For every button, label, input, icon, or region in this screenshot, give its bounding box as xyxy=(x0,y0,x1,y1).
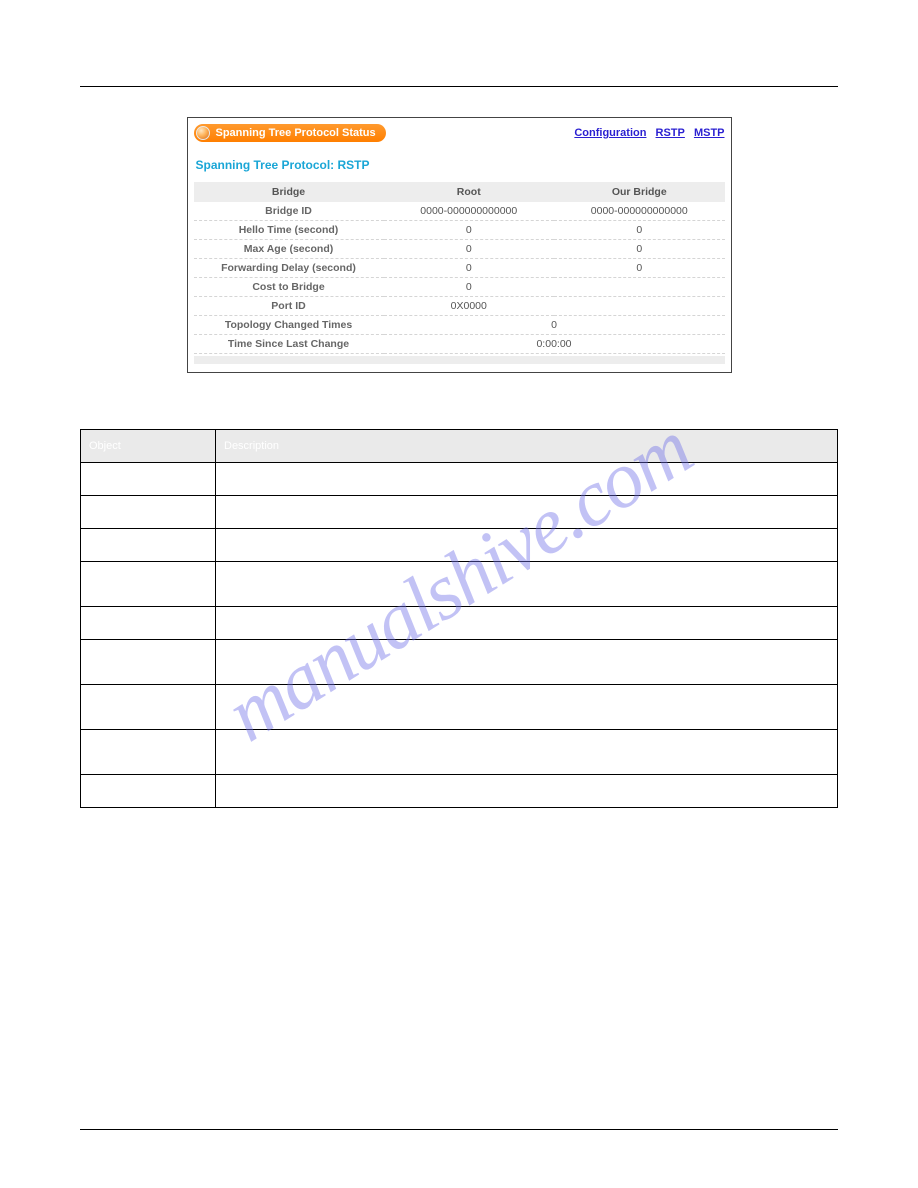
table-row: Port ID 0X0000 xyxy=(194,297,725,316)
row-label: Time Since Last Change xyxy=(194,335,384,354)
col-root: Root xyxy=(384,182,555,202)
cell: This is the root/our switch's current ma… xyxy=(216,529,838,562)
cell: 0 xyxy=(384,240,555,259)
cell: • Bridge ID xyxy=(81,463,216,496)
table-row: • Port ID The ID of the port currently u… xyxy=(81,640,838,685)
table-row: Forwarding Delay (second) 0 0 xyxy=(194,259,725,278)
cell: • Hello Time (second) xyxy=(81,496,216,529)
table-footer-bar xyxy=(194,356,725,364)
header-right: User's Manual of xyxy=(82,40,164,52)
cell: • Topology Changed Times xyxy=(81,685,216,730)
cell: 0 xyxy=(554,221,725,240)
cell: • Time Since Last Change xyxy=(81,730,216,775)
cell: 0:00:00 xyxy=(384,335,725,354)
cell: 0000-000000000000 xyxy=(384,202,555,221)
embedded-screenshot: Spanning Tree Protocol Status Configurat… xyxy=(187,117,732,373)
table-row: • Max Age (second) This is the root/our … xyxy=(81,529,838,562)
cell: 0 xyxy=(384,221,555,240)
cell: • Port ID xyxy=(81,640,216,685)
cell: 0 xyxy=(554,240,725,259)
col-bridge: Bridge xyxy=(194,182,384,202)
panel-subtitle: Spanning Tree Protocol: RSTP xyxy=(196,158,725,172)
row-label: Cost to Bridge xyxy=(194,278,384,297)
cell: 0X0000 xyxy=(384,297,555,316)
cell: • Max Age (second) xyxy=(81,529,216,562)
table-row: • Forwarding Delay (second) This is the … xyxy=(81,562,838,607)
cell xyxy=(554,278,725,297)
table-row: Topology Changed Times 0 xyxy=(194,316,725,335)
cell: 0 xyxy=(384,316,725,335)
cell: 0 xyxy=(384,278,555,297)
table-row: Max Age (second) 0 0 xyxy=(194,240,725,259)
table-row: Time Since Last Change 0:00:00 xyxy=(194,335,725,354)
page-number: 148 xyxy=(820,1136,838,1148)
panel-title-text: Spanning Tree Protocol Status xyxy=(216,127,376,139)
cell: This is the root/our switch's current he… xyxy=(216,496,838,529)
cell: This is the root/our switch to identify … xyxy=(216,463,838,496)
panel-links: Configuration RSTP MSTP xyxy=(568,127,724,139)
cell: 0000-000000000000 xyxy=(554,202,725,221)
cell: The ID of the port currently used to rea… xyxy=(216,640,838,685)
table-row: • Cost to Bridge This is the root switch… xyxy=(81,607,838,640)
top-rule xyxy=(80,86,838,87)
page-footer: 148 xyxy=(80,1129,838,1148)
link-rstp[interactable]: RSTP xyxy=(656,127,685,139)
col-object: Object xyxy=(81,430,216,463)
ball-icon xyxy=(196,126,210,140)
cell: Display this switch's topology changed t… xyxy=(216,685,838,730)
table-row: • Topology Changed Times Display this sw… xyxy=(81,685,838,730)
status-table: Bridge Root Our Bridge Bridge ID 0000-00… xyxy=(194,182,725,354)
col-our-bridge: Our Bridge xyxy=(554,182,725,202)
cell: Display all ports' spanning tree informa… xyxy=(216,775,838,808)
cell: • Forwarding Delay (second) xyxy=(81,562,216,607)
cell xyxy=(554,297,725,316)
link-mstp[interactable]: MSTP xyxy=(694,127,725,139)
cell: Display this switch time since last chan… xyxy=(216,730,838,775)
cell: 0 xyxy=(554,259,725,278)
panel-title-pill: Spanning Tree Protocol Status xyxy=(194,124,386,142)
row-label: Bridge ID xyxy=(194,202,384,221)
table-row: • Port Status Display all ports' spannin… xyxy=(81,775,838,808)
cell: • Port Status xyxy=(81,775,216,808)
table-row: Hello Time (second) 0 0 xyxy=(194,221,725,240)
table-header-row: Object Description xyxy=(81,430,838,463)
row-label: Forwarding Delay (second) xyxy=(194,259,384,278)
row-label: Port ID xyxy=(194,297,384,316)
link-configuration[interactable]: Configuration xyxy=(574,127,646,139)
cell: This is the root switch's cost. xyxy=(216,607,838,640)
row-label: Topology Changed Times xyxy=(194,316,384,335)
table-row: • Hello Time (second) This is the root/o… xyxy=(81,496,838,529)
table-row: • Bridge ID This is the root/our switch … xyxy=(81,463,838,496)
description-table: Object Description • Bridge ID This is t… xyxy=(80,429,838,808)
row-label: Max Age (second) xyxy=(194,240,384,259)
figure-caption: Figure 4-6-6 RSTP Status Page Screenshot xyxy=(80,379,838,391)
table-row: Cost to Bridge 0 xyxy=(194,278,725,297)
header-left: GS-4210-8P2S/GS-4210-24P4C/GS-4210-24PL4… xyxy=(587,40,836,52)
cell: • Cost to Bridge xyxy=(81,607,216,640)
row-label: Hello Time (second) xyxy=(194,221,384,240)
table-row: • Time Since Last Change Display this sw… xyxy=(81,730,838,775)
col-description: Description xyxy=(216,430,838,463)
cell: 0 xyxy=(384,259,555,278)
cell: This is the root/our switch's current fo… xyxy=(216,562,838,607)
table-header-row: Bridge Root Our Bridge xyxy=(194,182,725,202)
desc-intro: The page includes the following fields: xyxy=(84,409,838,423)
table-row: Bridge ID 0000-000000000000 0000-0000000… xyxy=(194,202,725,221)
